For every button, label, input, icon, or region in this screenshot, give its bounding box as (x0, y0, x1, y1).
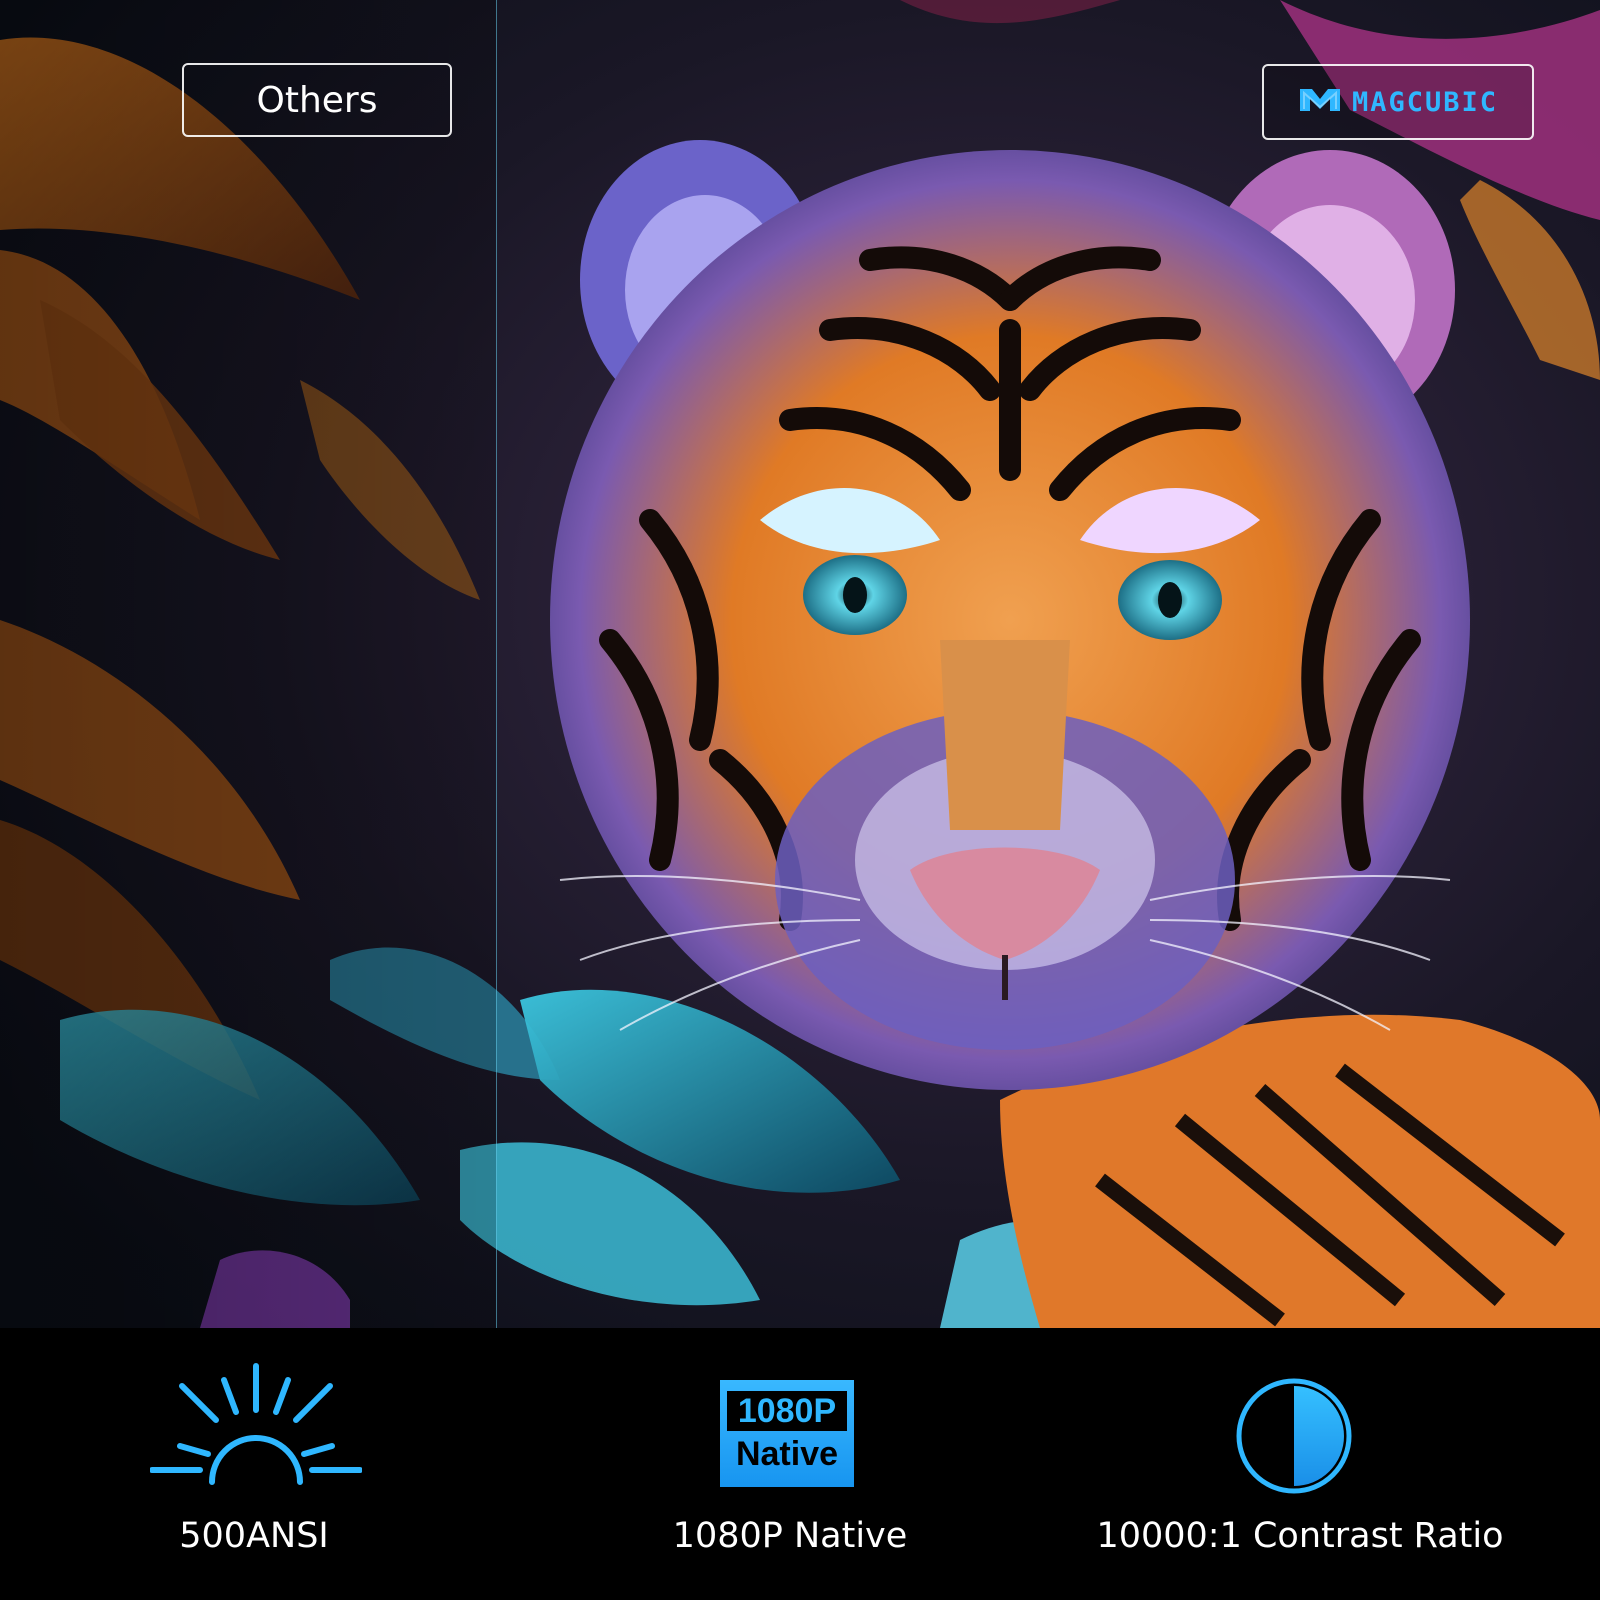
sun-icon (149, 1362, 363, 1497)
comparison-divider (496, 0, 497, 1328)
brand-name: MAGCUBIC (1351, 86, 1499, 118)
feature-label-brightness: 500ANSI (179, 1516, 329, 1556)
contrast-icon (1234, 1376, 1354, 1501)
resolution-badge-top: 1080P (727, 1390, 847, 1431)
others-label: Others (182, 63, 452, 137)
others-label-text: Others (256, 79, 378, 121)
resolution-badge-icon: 1080P Native (720, 1380, 854, 1487)
brand-m-logo-icon (1298, 85, 1342, 120)
tiger-jungle-photo (0, 0, 1600, 1328)
feature-label-resolution: 1080P Native (672, 1516, 908, 1556)
product-comparison-banner: Others MAGCUBIC 500ANSI 1080P Native 108… (0, 0, 1600, 1600)
feature-label-contrast: 10000:1 Contrast Ratio (1096, 1516, 1504, 1556)
resolution-badge-bottom: Native (735, 1434, 839, 1473)
brand-logo-badge: MAGCUBIC (1262, 64, 1534, 140)
